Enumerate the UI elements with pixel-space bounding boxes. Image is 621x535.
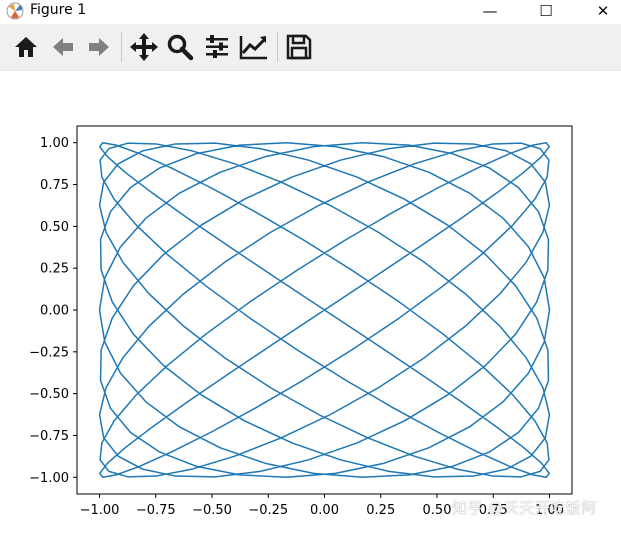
save-button[interactable] bbox=[282, 30, 316, 64]
y-tick-label: −0.75 bbox=[29, 429, 69, 444]
back-button[interactable] bbox=[46, 30, 80, 64]
y-axis: 1.00 0.75 0.50 0.25 0.00 −0.25 −0.50 −0.75 −1.00 bbox=[29, 136, 77, 486]
y-tick-label: 1.00 bbox=[40, 136, 69, 151]
navigation-toolbar bbox=[0, 24, 621, 71]
close-button[interactable]: ✕ bbox=[580, 0, 621, 22]
x-tick-label: −0.75 bbox=[136, 503, 176, 518]
y-tick-label: −0.50 bbox=[29, 387, 69, 402]
y-tick-label: −0.25 bbox=[29, 345, 69, 360]
y-tick-label: 0.50 bbox=[40, 220, 69, 235]
zoom-button[interactable] bbox=[163, 30, 197, 64]
sliders-icon bbox=[206, 35, 228, 58]
configure-subplots-button[interactable] bbox=[200, 30, 234, 64]
home-icon bbox=[15, 37, 37, 57]
arrow-left-icon bbox=[53, 38, 73, 56]
x-tick-label: −0.25 bbox=[248, 503, 288, 518]
x-tick-label: 0.25 bbox=[366, 503, 395, 518]
y-tick-label: 0.00 bbox=[40, 304, 69, 319]
y-tick-label: 0.75 bbox=[40, 178, 69, 193]
minimize-button[interactable]: — bbox=[467, 0, 513, 22]
title-bar: Figure 1 — ☐ ✕ bbox=[0, 0, 621, 24]
arrow-right-icon bbox=[89, 38, 109, 56]
matplotlib-app-icon bbox=[6, 2, 24, 20]
x-tick-label: −0.50 bbox=[192, 503, 232, 518]
x-tick-label: −1.00 bbox=[80, 503, 120, 518]
lissajous-chart: −1.00 −0.75 −0.50 −0.25 0.00 0.25 0.50 0.75 1.00… bbox=[29, 125, 573, 518]
forward-button[interactable] bbox=[82, 30, 116, 64]
home-button[interactable] bbox=[9, 30, 43, 64]
x-tick-label: 0.50 bbox=[423, 503, 452, 518]
x-tick-label: 0.00 bbox=[310, 503, 339, 518]
maximize-button[interactable]: ☐ bbox=[523, 0, 569, 22]
move-icon bbox=[130, 33, 158, 61]
pan-button[interactable] bbox=[127, 30, 161, 64]
watermark-text: 知乎 @天天开吃饭阿 bbox=[452, 499, 597, 517]
line-chart-icon bbox=[239, 36, 267, 60]
floppy-disk-icon bbox=[286, 34, 312, 60]
y-tick-label: 0.25 bbox=[40, 262, 69, 277]
toolbar-separator bbox=[277, 32, 278, 62]
toolbar-separator bbox=[121, 32, 122, 62]
magnifier-icon bbox=[167, 34, 194, 61]
y-tick-label: −1.00 bbox=[29, 471, 69, 486]
edit-axis-button[interactable] bbox=[237, 30, 271, 64]
window-title: Figure 1 bbox=[30, 2, 87, 18]
